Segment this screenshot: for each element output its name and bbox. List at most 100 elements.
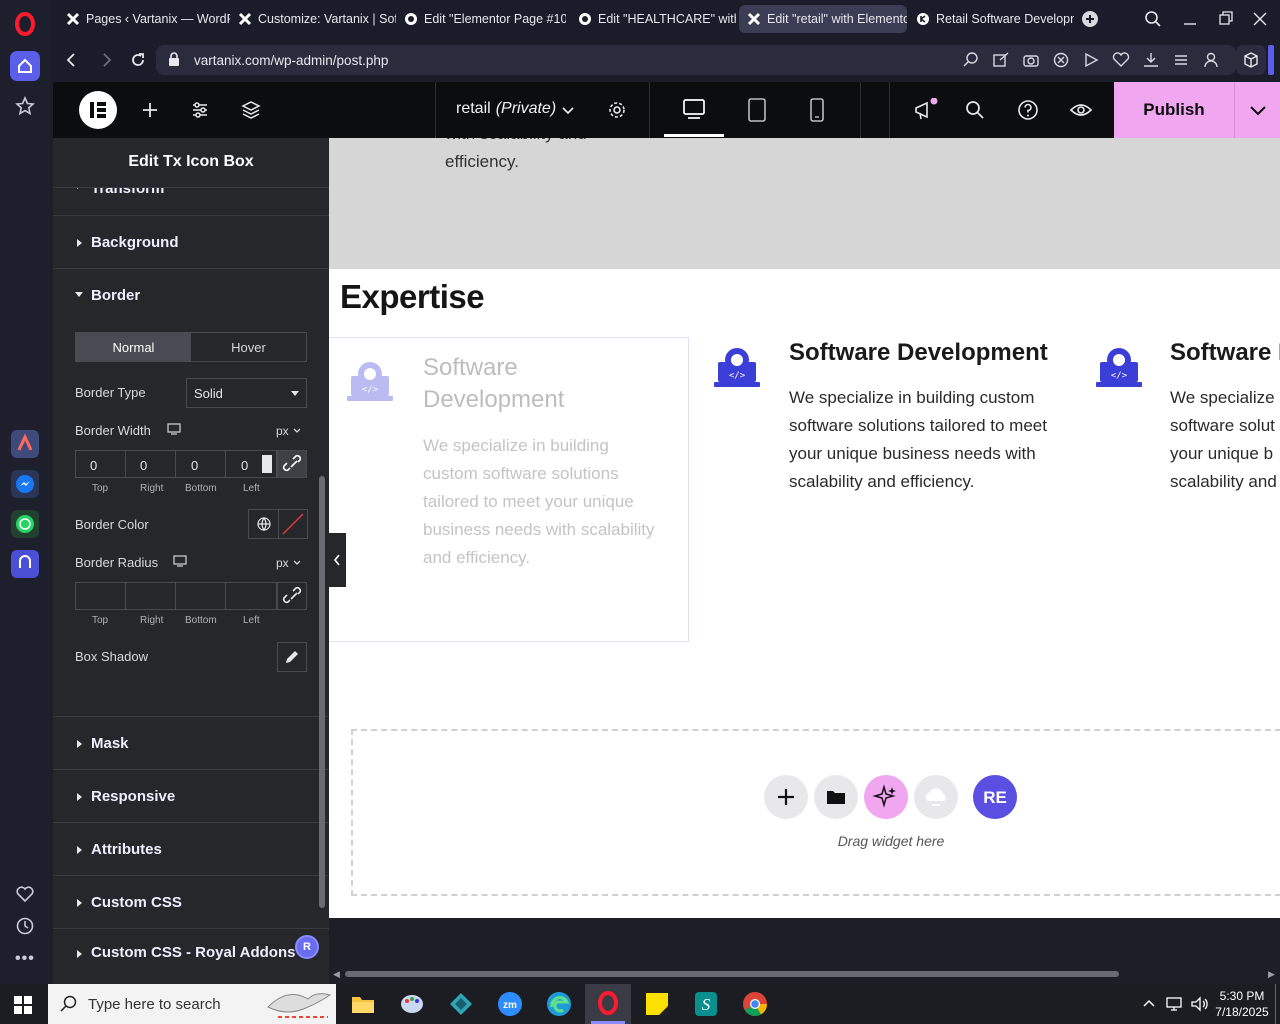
forward-icon[interactable] <box>100 52 114 68</box>
drop-zone[interactable]: RE Drag widget here <box>351 729 1280 896</box>
royal-elementor-addons-icon[interactable]: RE <box>973 775 1017 819</box>
messenger-icon[interactable] <box>11 470 39 498</box>
border-width-top-input[interactable]: 0 <box>75 450 126 478</box>
close-window-icon[interactable] <box>1252 10 1268 28</box>
camera-icon[interactable] <box>1022 52 1040 68</box>
file-explorer-icon[interactable] <box>350 992 376 1016</box>
border-radius-right-input[interactable] <box>125 582 176 610</box>
show-desktop-button[interactable] <box>1275 984 1276 1024</box>
section-label[interactable]: Border <box>91 287 140 304</box>
app-diamond-icon[interactable] <box>448 992 474 1016</box>
tab-hover[interactable]: Hover <box>191 333 306 361</box>
desktop-responsive-icon[interactable] <box>167 423 181 435</box>
link-values-icon[interactable] <box>277 582 307 610</box>
tab-pages[interactable]: Pages ‹ Vartanix — WordF <box>58 5 230 33</box>
collapse-panel-toggle[interactable] <box>329 533 346 587</box>
tray-chevron-up-icon[interactable] <box>1142 996 1156 1010</box>
border-width-bottom-input[interactable]: 0 <box>175 450 226 478</box>
sticky-notes-icon[interactable] <box>645 992 669 1016</box>
section-attributes[interactable]: Attributes <box>53 823 329 876</box>
spinner-icon[interactable] <box>262 455 272 473</box>
chrome-browser-icon[interactable] <box>742 991 768 1017</box>
mobile-view-icon[interactable] <box>809 98 825 122</box>
scroll-right-arrow-icon[interactable]: ▶ <box>1268 969 1275 980</box>
home-icon[interactable] <box>10 51 40 81</box>
desktop-responsive-icon[interactable] <box>173 555 187 567</box>
page-title-dropdown[interactable]: retail (Private) <box>456 100 575 120</box>
volume-icon[interactable] <box>1190 995 1210 1013</box>
panel-scrollbar[interactable] <box>319 476 325 908</box>
more-icon[interactable]: ••• <box>15 950 35 968</box>
caret-down-icon[interactable] <box>75 292 83 297</box>
edge-browser-icon[interactable] <box>546 991 572 1017</box>
link-values-icon[interactable] <box>277 450 307 478</box>
finder-search-icon[interactable] <box>965 100 985 120</box>
template-library-folder-icon[interactable] <box>814 775 858 819</box>
play-icon[interactable] <box>1082 52 1100 68</box>
scroll-left-arrow-icon[interactable]: ◀ <box>333 969 340 980</box>
restore-icon[interactable] <box>1218 10 1234 28</box>
site-settings-icon[interactable] <box>191 101 209 119</box>
cloud-templates-icon[interactable] <box>914 775 958 819</box>
tablet-view-icon[interactable] <box>747 98 767 122</box>
elementor-logo-icon[interactable] <box>79 91 117 129</box>
tab-retail-active[interactable]: Edit "retail" with Elemento <box>739 5 907 33</box>
section-background[interactable]: Background <box>53 216 329 269</box>
clock[interactable]: 5:30 PM 7/18/2025 <box>1212 988 1272 1020</box>
section-custom-css[interactable]: Custom CSS <box>53 876 329 929</box>
tab-normal[interactable]: Normal <box>76 333 191 361</box>
border-radius-top-input[interactable] <box>75 582 126 610</box>
tab-customize[interactable]: Customize: Vartanix | Soft <box>230 5 396 33</box>
color-swatch-empty-icon[interactable] <box>279 510 307 538</box>
unit-select[interactable]: px <box>276 424 301 438</box>
add-element-icon[interactable] <box>141 101 159 119</box>
new-tab-button[interactable] <box>1082 11 1098 27</box>
page-settings-gear-icon[interactable] <box>607 100 627 120</box>
tab-elementor-page[interactable]: Edit "Elementor Page #10 <box>396 5 566 33</box>
unit-select[interactable]: px <box>276 556 301 570</box>
border-width-left-input[interactable]: 0 <box>225 450 277 478</box>
section-custom-css-royal[interactable]: Custom CSS - Royal Addons R <box>53 929 329 982</box>
ai-sparkle-icon[interactable] <box>864 775 908 819</box>
blocker-icon[interactable] <box>1052 52 1070 68</box>
search-tabs-icon[interactable] <box>1144 10 1162 28</box>
heart-icon[interactable] <box>15 884 35 904</box>
help-icon[interactable] <box>1017 99 1039 121</box>
section-transform[interactable]: Transform <box>53 188 329 216</box>
opera-taskbar-active[interactable] <box>585 984 631 1024</box>
border-width-right-input[interactable]: 0 <box>125 450 176 478</box>
app-s-icon[interactable]: S <box>694 991 718 1017</box>
history-icon[interactable] <box>15 916 35 936</box>
box-shadow-edit-pencil-icon[interactable] <box>277 642 307 672</box>
tab-retail-site[interactable]: Retail Software Developm <box>908 5 1074 33</box>
star-icon[interactable] <box>15 96 35 116</box>
extensions-icon[interactable] <box>1236 45 1266 75</box>
global-colors-globe-icon[interactable] <box>249 510 279 538</box>
tab-healthcare[interactable]: Edit "HEALTHCARE" with E <box>570 5 736 33</box>
app-icon-1[interactable] <box>11 430 39 458</box>
add-section-plus-icon[interactable] <box>764 775 808 819</box>
heart-outline-icon[interactable] <box>1112 52 1130 68</box>
border-radius-left-input[interactable] <box>225 582 277 610</box>
publish-options-button[interactable] <box>1234 82 1280 138</box>
horizontal-scrollbar-thumb[interactable] <box>345 971 1119 977</box>
music-icon[interactable] <box>11 550 39 578</box>
border-type-select[interactable]: Solid <box>186 378 307 408</box>
back-icon[interactable] <box>64 52 78 68</box>
menu-icon[interactable] <box>1172 52 1190 68</box>
minimize-icon[interactable] <box>1182 10 1198 28</box>
download-icon[interactable] <box>1142 52 1160 68</box>
zoom-app-icon[interactable]: zm <box>497 991 523 1017</box>
network-icon[interactable] <box>1166 995 1184 1013</box>
structure-layers-icon[interactable] <box>241 100 261 120</box>
preview-eye-icon[interactable] <box>1069 100 1093 120</box>
reload-icon[interactable] <box>130 52 146 68</box>
taskbar-search-box[interactable]: Type here to search <box>48 984 336 1024</box>
opera-logo-icon[interactable] <box>14 12 36 36</box>
zoom-icon[interactable] <box>962 52 980 68</box>
windows-start-icon[interactable] <box>14 996 32 1014</box>
paint-app-icon[interactable] <box>399 992 425 1016</box>
border-radius-bottom-input[interactable] <box>175 582 226 610</box>
url-text[interactable]: vartanix.com/wp-admin/post.php <box>194 53 388 68</box>
profile-icon[interactable] <box>1202 52 1220 68</box>
